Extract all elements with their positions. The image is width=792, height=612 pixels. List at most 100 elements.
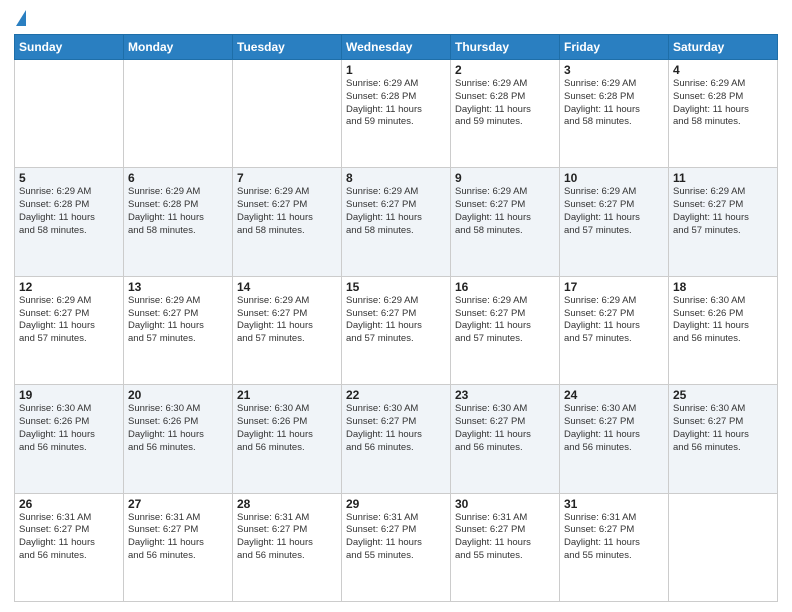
day-info: Sunrise: 6:29 AM Sunset: 6:27 PM Dayligh…: [19, 295, 119, 346]
day-number: 5: [19, 171, 119, 185]
day-number: 4: [673, 63, 773, 77]
calendar-table: SundayMondayTuesdayWednesdayThursdayFrid…: [14, 34, 778, 602]
weekday-header: Tuesday: [233, 35, 342, 60]
day-number: 28: [237, 497, 337, 511]
day-info: Sunrise: 6:29 AM Sunset: 6:28 PM Dayligh…: [455, 78, 555, 129]
weekday-header: Thursday: [451, 35, 560, 60]
calendar-cell: 25Sunrise: 6:30 AM Sunset: 6:27 PM Dayli…: [669, 385, 778, 493]
calendar-cell: 29Sunrise: 6:31 AM Sunset: 6:27 PM Dayli…: [342, 493, 451, 601]
day-info: Sunrise: 6:29 AM Sunset: 6:27 PM Dayligh…: [564, 186, 664, 237]
calendar-cell: 19Sunrise: 6:30 AM Sunset: 6:26 PM Dayli…: [15, 385, 124, 493]
calendar-cell: 1Sunrise: 6:29 AM Sunset: 6:28 PM Daylig…: [342, 60, 451, 168]
calendar-cell: 16Sunrise: 6:29 AM Sunset: 6:27 PM Dayli…: [451, 276, 560, 384]
day-info: Sunrise: 6:31 AM Sunset: 6:27 PM Dayligh…: [346, 512, 446, 563]
day-number: 8: [346, 171, 446, 185]
day-number: 19: [19, 388, 119, 402]
day-number: 7: [237, 171, 337, 185]
day-number: 22: [346, 388, 446, 402]
calendar-cell: 10Sunrise: 6:29 AM Sunset: 6:27 PM Dayli…: [560, 168, 669, 276]
calendar-cell: 28Sunrise: 6:31 AM Sunset: 6:27 PM Dayli…: [233, 493, 342, 601]
day-info: Sunrise: 6:31 AM Sunset: 6:27 PM Dayligh…: [128, 512, 228, 563]
day-info: Sunrise: 6:29 AM Sunset: 6:27 PM Dayligh…: [564, 295, 664, 346]
day-info: Sunrise: 6:29 AM Sunset: 6:28 PM Dayligh…: [673, 78, 773, 129]
calendar-cell: 27Sunrise: 6:31 AM Sunset: 6:27 PM Dayli…: [124, 493, 233, 601]
calendar-cell: 2Sunrise: 6:29 AM Sunset: 6:28 PM Daylig…: [451, 60, 560, 168]
logo-triangle-icon: [16, 10, 26, 26]
day-number: 24: [564, 388, 664, 402]
calendar-cell: 18Sunrise: 6:30 AM Sunset: 6:26 PM Dayli…: [669, 276, 778, 384]
day-info: Sunrise: 6:30 AM Sunset: 6:26 PM Dayligh…: [237, 403, 337, 454]
calendar-cell: 5Sunrise: 6:29 AM Sunset: 6:28 PM Daylig…: [15, 168, 124, 276]
day-number: 12: [19, 280, 119, 294]
day-info: Sunrise: 6:29 AM Sunset: 6:27 PM Dayligh…: [455, 295, 555, 346]
calendar-cell: 9Sunrise: 6:29 AM Sunset: 6:27 PM Daylig…: [451, 168, 560, 276]
day-info: Sunrise: 6:30 AM Sunset: 6:27 PM Dayligh…: [673, 403, 773, 454]
calendar-cell: 4Sunrise: 6:29 AM Sunset: 6:28 PM Daylig…: [669, 60, 778, 168]
day-number: 10: [564, 171, 664, 185]
day-number: 15: [346, 280, 446, 294]
day-info: Sunrise: 6:29 AM Sunset: 6:27 PM Dayligh…: [237, 295, 337, 346]
day-info: Sunrise: 6:31 AM Sunset: 6:27 PM Dayligh…: [237, 512, 337, 563]
day-number: 31: [564, 497, 664, 511]
day-number: 6: [128, 171, 228, 185]
day-info: Sunrise: 6:30 AM Sunset: 6:26 PM Dayligh…: [128, 403, 228, 454]
logo: [14, 10, 26, 28]
calendar-cell: 8Sunrise: 6:29 AM Sunset: 6:27 PM Daylig…: [342, 168, 451, 276]
calendar-cell: 12Sunrise: 6:29 AM Sunset: 6:27 PM Dayli…: [15, 276, 124, 384]
day-number: 23: [455, 388, 555, 402]
calendar-cell: [15, 60, 124, 168]
calendar-cell: 24Sunrise: 6:30 AM Sunset: 6:27 PM Dayli…: [560, 385, 669, 493]
calendar-cell: [233, 60, 342, 168]
day-info: Sunrise: 6:31 AM Sunset: 6:27 PM Dayligh…: [455, 512, 555, 563]
day-info: Sunrise: 6:29 AM Sunset: 6:28 PM Dayligh…: [564, 78, 664, 129]
day-info: Sunrise: 6:31 AM Sunset: 6:27 PM Dayligh…: [564, 512, 664, 563]
day-number: 26: [19, 497, 119, 511]
weekday-header: Friday: [560, 35, 669, 60]
calendar-cell: 21Sunrise: 6:30 AM Sunset: 6:26 PM Dayli…: [233, 385, 342, 493]
day-number: 21: [237, 388, 337, 402]
weekday-header: Saturday: [669, 35, 778, 60]
day-number: 25: [673, 388, 773, 402]
day-info: Sunrise: 6:29 AM Sunset: 6:27 PM Dayligh…: [673, 186, 773, 237]
calendar-cell: 11Sunrise: 6:29 AM Sunset: 6:27 PM Dayli…: [669, 168, 778, 276]
calendar-cell: 7Sunrise: 6:29 AM Sunset: 6:27 PM Daylig…: [233, 168, 342, 276]
day-info: Sunrise: 6:30 AM Sunset: 6:26 PM Dayligh…: [19, 403, 119, 454]
weekday-header: Sunday: [15, 35, 124, 60]
day-info: Sunrise: 6:29 AM Sunset: 6:27 PM Dayligh…: [346, 295, 446, 346]
day-number: 16: [455, 280, 555, 294]
logo-area: [14, 10, 26, 28]
page: SundayMondayTuesdayWednesdayThursdayFrid…: [0, 0, 792, 612]
day-info: Sunrise: 6:29 AM Sunset: 6:28 PM Dayligh…: [19, 186, 119, 237]
day-info: Sunrise: 6:29 AM Sunset: 6:27 PM Dayligh…: [128, 295, 228, 346]
day-number: 14: [237, 280, 337, 294]
calendar-cell: 13Sunrise: 6:29 AM Sunset: 6:27 PM Dayli…: [124, 276, 233, 384]
day-number: 18: [673, 280, 773, 294]
day-info: Sunrise: 6:31 AM Sunset: 6:27 PM Dayligh…: [19, 512, 119, 563]
weekday-header: Wednesday: [342, 35, 451, 60]
calendar-cell: 30Sunrise: 6:31 AM Sunset: 6:27 PM Dayli…: [451, 493, 560, 601]
day-number: 9: [455, 171, 555, 185]
calendar-cell: 15Sunrise: 6:29 AM Sunset: 6:27 PM Dayli…: [342, 276, 451, 384]
day-number: 11: [673, 171, 773, 185]
calendar-cell: 3Sunrise: 6:29 AM Sunset: 6:28 PM Daylig…: [560, 60, 669, 168]
day-info: Sunrise: 6:30 AM Sunset: 6:27 PM Dayligh…: [564, 403, 664, 454]
calendar-cell: 26Sunrise: 6:31 AM Sunset: 6:27 PM Dayli…: [15, 493, 124, 601]
day-info: Sunrise: 6:29 AM Sunset: 6:28 PM Dayligh…: [346, 78, 446, 129]
calendar-cell: 23Sunrise: 6:30 AM Sunset: 6:27 PM Dayli…: [451, 385, 560, 493]
day-number: 17: [564, 280, 664, 294]
day-info: Sunrise: 6:30 AM Sunset: 6:26 PM Dayligh…: [673, 295, 773, 346]
header: [14, 10, 778, 28]
calendar-cell: [124, 60, 233, 168]
calendar-cell: 22Sunrise: 6:30 AM Sunset: 6:27 PM Dayli…: [342, 385, 451, 493]
day-number: 30: [455, 497, 555, 511]
calendar-cell: 14Sunrise: 6:29 AM Sunset: 6:27 PM Dayli…: [233, 276, 342, 384]
calendar-cell: 17Sunrise: 6:29 AM Sunset: 6:27 PM Dayli…: [560, 276, 669, 384]
day-number: 20: [128, 388, 228, 402]
day-number: 1: [346, 63, 446, 77]
calendar-cell: [669, 493, 778, 601]
day-number: 3: [564, 63, 664, 77]
day-number: 13: [128, 280, 228, 294]
weekday-header: Monday: [124, 35, 233, 60]
calendar-cell: 20Sunrise: 6:30 AM Sunset: 6:26 PM Dayli…: [124, 385, 233, 493]
calendar-cell: 6Sunrise: 6:29 AM Sunset: 6:28 PM Daylig…: [124, 168, 233, 276]
